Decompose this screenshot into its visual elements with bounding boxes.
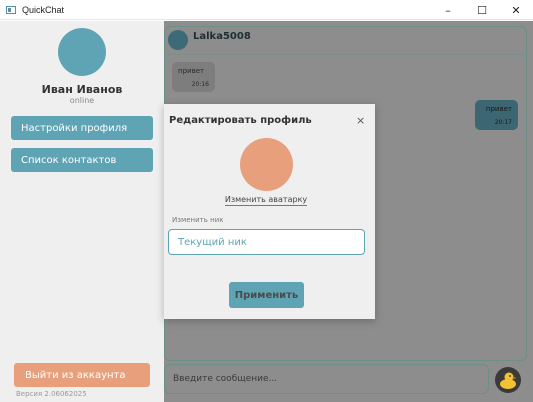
message-incoming: привет 20:16 [172, 62, 215, 92]
user-avatar [58, 28, 106, 76]
profile-avatar [240, 138, 293, 191]
user-status: online [69, 96, 95, 105]
contacts-list-button[interactable]: Список контактов [11, 148, 153, 172]
close-icon[interactable]: × [356, 114, 365, 127]
modal-title: Редактировать профиль [169, 115, 312, 126]
message-outgoing: привет 20:17 [475, 100, 518, 130]
apply-button[interactable]: Применить [229, 282, 304, 308]
duck-icon [500, 372, 517, 389]
window-controls: – ☐ ✕ [431, 0, 533, 20]
change-avatar-link[interactable]: Изменить аватарку [164, 195, 368, 206]
user-name: Иван Иванов [41, 83, 123, 96]
maximize-button[interactable]: ☐ [465, 0, 499, 20]
change-avatar-label[interactable]: Изменить аватарку [224, 195, 308, 206]
chat-header-divider [164, 54, 527, 55]
message-input[interactable]: Введите сообщение... [173, 367, 483, 391]
message-time: 20:17 [494, 119, 512, 126]
window-title: QuickChat [22, 4, 65, 15]
edit-profile-modal: Редактировать профиль × Изменить аватарк… [164, 104, 375, 319]
logout-button[interactable]: Выйти из аккаунта [14, 363, 150, 387]
nick-input[interactable]: Текущий ник [168, 229, 365, 255]
message-text: привет [178, 67, 205, 75]
profile-settings-button[interactable]: Настройки профиля [11, 116, 153, 140]
message-text: привет [485, 105, 512, 113]
send-button[interactable] [495, 367, 521, 393]
message-time: 20:16 [191, 81, 209, 88]
minimize-button[interactable]: – [431, 0, 465, 20]
app-icon [6, 5, 16, 14]
close-window-button[interactable]: ✕ [499, 0, 533, 20]
window-titlebar: QuickChat – ☐ ✕ [0, 0, 533, 20]
version-label: Версия 2.06062025 [16, 390, 87, 398]
nick-label: Изменить ник [172, 216, 224, 224]
contact-name: Lalka5008 [193, 31, 251, 42]
contact-avatar [168, 30, 188, 50]
sidebar: Иван Иванов online Настройки профиля Спи… [0, 21, 164, 402]
